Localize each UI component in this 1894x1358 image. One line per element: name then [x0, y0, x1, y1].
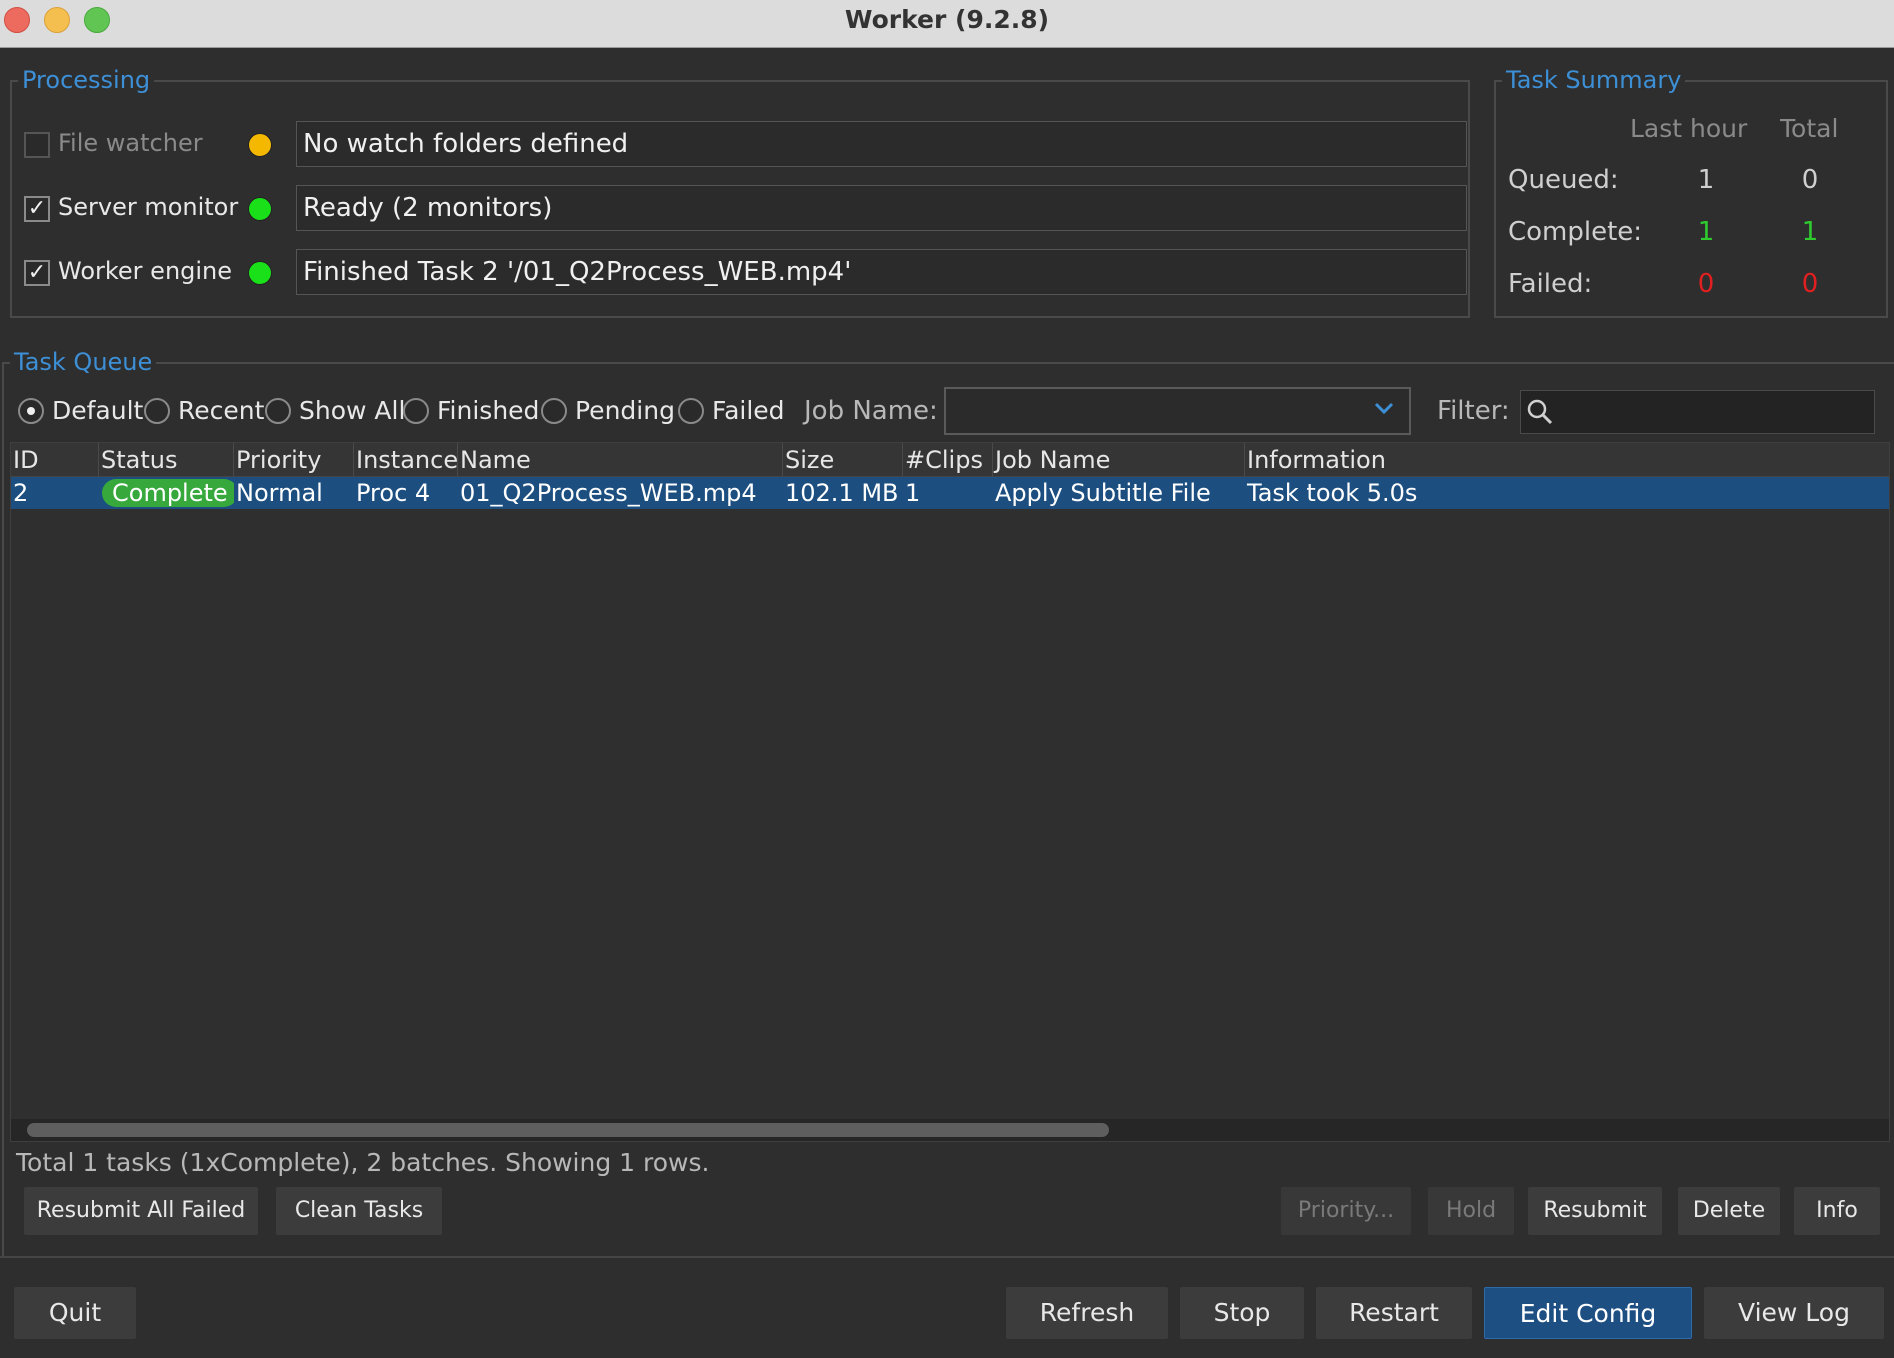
server-monitor-label: Server monitor: [58, 193, 239, 221]
radio-failed-label: Failed: [712, 396, 785, 425]
resubmit-button[interactable]: Resubmit: [1528, 1187, 1662, 1235]
search-icon: [1527, 399, 1553, 425]
task-queue-left-border: [2, 362, 4, 1257]
queued-label: Queued:: [1508, 165, 1619, 195]
summary-header-total: Total: [1780, 114, 1839, 143]
radio-default-label: Default: [52, 396, 144, 425]
horizontal-scrollbar-thumb[interactable]: [27, 1123, 1109, 1137]
bottom-divider: [0, 1256, 1894, 1258]
worker-engine-status-dot: [248, 261, 272, 285]
server-monitor-checkbox[interactable]: ✓: [24, 196, 50, 222]
radio-default-indicator: [18, 398, 44, 424]
radio-failed-indicator: [678, 398, 704, 424]
worker-engine-status-field: Finished Task 2 '/01_Q2Process_WEB.mp4': [296, 249, 1467, 295]
column-header-job-name[interactable]: Job Name: [993, 443, 1245, 477]
clean-tasks-button[interactable]: Clean Tasks: [276, 1187, 442, 1235]
server-monitor-status-dot: [248, 197, 272, 221]
cell-status: Complete: [99, 477, 234, 509]
table-row[interactable]: 2 Complete Normal Proc 4 01_Q2Process_WE…: [11, 477, 1889, 509]
worker-engine-checkbox[interactable]: ✓: [24, 260, 50, 286]
cell-information: Task took 5.0s: [1247, 479, 1418, 507]
info-button[interactable]: Info: [1794, 1187, 1880, 1235]
filter-label: Filter:: [1437, 396, 1510, 426]
view-log-button[interactable]: View Log: [1704, 1287, 1884, 1339]
summary-header-last-hour: Last hour: [1630, 114, 1748, 143]
radio-pending-label: Pending: [575, 396, 675, 425]
column-header-instance[interactable]: Instance: [354, 443, 458, 477]
worker-engine-label: Worker engine: [58, 257, 233, 285]
delete-button[interactable]: Delete: [1678, 1187, 1780, 1235]
refresh-button[interactable]: Refresh: [1006, 1287, 1168, 1339]
window-title: Worker (9.2.8): [844, 5, 1050, 34]
horizontal-scrollbar[interactable]: [11, 1119, 1889, 1141]
complete-last-hour-value: 1: [1697, 217, 1715, 247]
hold-button[interactable]: Hold: [1428, 1187, 1514, 1235]
cell-size: 102.1 MB: [785, 479, 899, 507]
cell-instance: Proc 4: [356, 479, 431, 507]
complete-label: Complete:: [1508, 217, 1643, 247]
column-header-information[interactable]: Information: [1245, 443, 1891, 477]
radio-pending-indicator: [541, 398, 567, 424]
file-watcher-status-field: No watch folders defined: [296, 121, 1467, 167]
resubmit-all-failed-button[interactable]: Resubmit All Failed: [24, 1187, 258, 1235]
processing-group: Processing File watcher No watch folders…: [10, 65, 1470, 318]
quit-button[interactable]: Quit: [14, 1287, 136, 1339]
radio-show-all-label: Show All: [299, 396, 406, 425]
priority-button[interactable]: Priority...: [1281, 1187, 1411, 1235]
failed-total-value: 0: [1801, 269, 1819, 299]
stop-button[interactable]: Stop: [1180, 1287, 1304, 1339]
processing-legend: Processing: [18, 65, 155, 95]
file-watcher-status-dot: [248, 133, 272, 157]
queued-total-value: 0: [1801, 165, 1819, 195]
column-header-id[interactable]: ID: [11, 443, 99, 477]
column-header-name[interactable]: Name: [458, 443, 783, 477]
column-header-priority[interactable]: Priority: [234, 443, 354, 477]
edit-config-button[interactable]: Edit Config: [1484, 1287, 1692, 1339]
worker-engine-row: ✓ Worker engine Finished Task 2 '/01_Q2P…: [12, 248, 1468, 296]
radio-recent-indicator: [144, 398, 170, 424]
chevron-down-icon: [1374, 402, 1394, 415]
task-table: ID Status Priority Instance Name Size #C…: [10, 442, 1890, 1142]
server-monitor-row: ✓ Server monitor Ready (2 monitors): [12, 184, 1468, 232]
filter-search-input[interactable]: [1520, 390, 1875, 434]
task-queue-status-text: Total 1 tasks (1xComplete), 2 batches. S…: [16, 1148, 710, 1177]
cell-job-name: Apply Subtitle File: [995, 479, 1211, 507]
cell-clips: 1: [905, 479, 921, 507]
cell-priority: Normal: [236, 479, 323, 507]
column-header-clips[interactable]: #Clips: [903, 443, 993, 477]
task-summary-legend: Task Summary: [1502, 65, 1686, 95]
file-watcher-label: File watcher: [58, 129, 203, 157]
column-header-status[interactable]: Status: [99, 443, 234, 477]
title-bar: Worker (9.2.8): [0, 0, 1894, 48]
job-name-label: Job Name:: [804, 396, 938, 426]
file-watcher-checkbox[interactable]: [24, 132, 50, 158]
cell-name: 01_Q2Process_WEB.mp4: [460, 479, 757, 507]
job-name-dropdown[interactable]: [944, 387, 1411, 435]
queued-last-hour-value: 1: [1697, 165, 1715, 195]
restart-button[interactable]: Restart: [1316, 1287, 1472, 1339]
radio-show-all-indicator: [265, 398, 291, 424]
column-header-size[interactable]: Size: [783, 443, 903, 477]
failed-label: Failed:: [1508, 269, 1593, 299]
radio-recent-label: Recent: [178, 396, 265, 425]
complete-total-value: 1: [1801, 217, 1819, 247]
status-badge: Complete: [102, 479, 234, 507]
task-table-header: ID Status Priority Instance Name Size #C…: [11, 443, 1889, 477]
failed-last-hour-value: 0: [1697, 269, 1715, 299]
server-monitor-status-field: Ready (2 monitors): [296, 185, 1467, 231]
task-queue-legend: Task Queue: [10, 347, 157, 377]
file-watcher-row: File watcher No watch folders defined: [12, 120, 1468, 168]
radio-finished-indicator: [403, 398, 429, 424]
radio-finished-label: Finished: [437, 396, 540, 425]
task-queue-top-border: [4, 362, 1894, 364]
cell-id: 2: [13, 479, 29, 507]
